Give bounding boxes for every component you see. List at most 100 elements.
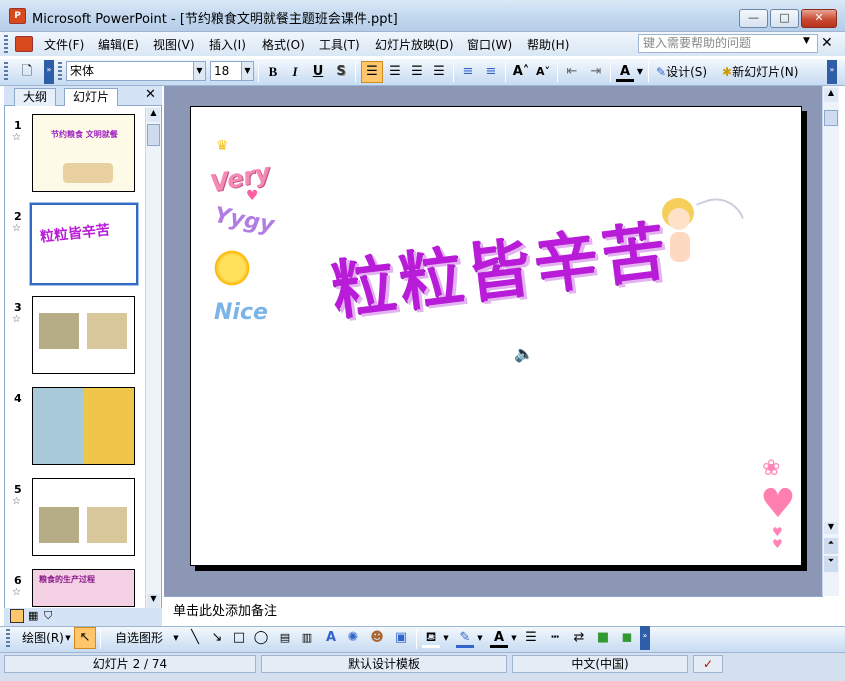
line-color-icon[interactable]: ✎	[456, 628, 474, 648]
menubar-grip[interactable]	[4, 35, 8, 55]
document-icon[interactable]	[15, 36, 33, 52]
spellcheck-icon[interactable]: ✓	[693, 655, 723, 673]
arrow-icon[interactable]: ↘	[208, 628, 226, 648]
maximize-button[interactable]: □	[770, 9, 799, 28]
toolbar-overflow-icon[interactable]: »	[44, 60, 54, 84]
menu-insert[interactable]: 插入(I)	[209, 36, 246, 53]
scroll-up-icon[interactable]: ▲	[824, 88, 838, 102]
underline-button[interactable]: U	[309, 62, 327, 82]
justify-icon[interactable]: ☰	[430, 62, 448, 82]
notes-placeholder[interactable]: 单击此处添加备注	[173, 600, 277, 619]
chevron-down-icon[interactable]: ▼	[636, 62, 644, 82]
dash-style-icon[interactable]: ┅	[546, 628, 564, 648]
menu-edit[interactable]: 编辑(E)	[98, 36, 139, 53]
line-icon[interactable]: ╲	[186, 628, 204, 648]
arrow-style-icon[interactable]: ⇄	[570, 628, 588, 648]
next-slide-icon[interactable]: ⏷	[824, 556, 838, 572]
chevron-down-icon[interactable]: ▼	[193, 62, 205, 80]
chevron-down-icon[interactable]: ▼	[64, 628, 72, 648]
menu-file[interactable]: 文件(F)	[44, 36, 84, 53]
help-search-input[interactable]: 键入需要帮助的问题	[638, 34, 818, 53]
tab-outline[interactable]: 大纲	[14, 88, 57, 106]
bold-button[interactable]: B	[264, 62, 282, 82]
normal-view-icon[interactable]	[10, 609, 24, 623]
textbox-icon[interactable]: ▤	[276, 628, 294, 648]
shadow-button[interactable]: S	[332, 62, 350, 82]
align-center-icon[interactable]: ☰	[386, 62, 404, 82]
slide-thumbnail-4[interactable]	[32, 387, 135, 465]
decrease-font-icon[interactable]: A˅	[534, 62, 552, 82]
chevron-down-icon[interactable]: ▼	[172, 628, 180, 648]
close-document-button[interactable]: ✕	[821, 35, 833, 51]
toolbar-overflow-icon[interactable]: »	[640, 626, 650, 650]
scroll-thumb[interactable]	[147, 124, 160, 146]
tab-slides[interactable]: 幻灯片	[64, 88, 119, 106]
diagram-icon[interactable]: ✺	[344, 628, 362, 648]
menu-slideshow[interactable]: 幻灯片放映(D)	[375, 36, 454, 53]
chevron-down-icon[interactable]: ▼	[510, 628, 518, 648]
slide-thumbnail-1[interactable]: 节约粮食 文明就餐	[32, 114, 135, 192]
close-pane-button[interactable]: ✕	[145, 87, 156, 102]
increase-font-icon[interactable]: A˄	[511, 62, 531, 82]
slideshow-icon[interactable]: ⛉	[44, 609, 52, 623]
slide-thumbnail-5[interactable]	[32, 478, 135, 556]
thumbnail-scrollbar[interactable]: ▲ ▼	[145, 107, 161, 609]
toolbar-overflow-icon[interactable]: »	[827, 60, 837, 84]
scroll-up-icon[interactable]: ▲	[147, 108, 160, 122]
increase-indent-icon[interactable]: ⇥	[587, 62, 605, 82]
align-right-icon[interactable]: ☰	[408, 62, 426, 82]
design-button[interactable]: ✎设计(S)	[656, 62, 718, 82]
slide-thumbnail-3[interactable]	[32, 296, 135, 374]
slide-canvas[interactable]	[190, 106, 802, 566]
scroll-thumb[interactable]	[824, 110, 838, 126]
powerpoint-app-icon[interactable]: P	[9, 8, 26, 24]
font-name-select[interactable]: 宋体 ▼	[66, 61, 206, 81]
toolbar-grip[interactable]	[6, 629, 10, 649]
chevron-down-icon[interactable]: ▼	[803, 36, 810, 46]
rectangle-icon[interactable]: □	[230, 628, 248, 648]
scroll-down-icon[interactable]: ▼	[147, 594, 160, 608]
menu-tools[interactable]: 工具(T)	[319, 36, 360, 53]
font-color-icon[interactable]: A	[616, 62, 634, 82]
close-window-button[interactable]: ✕	[801, 9, 837, 28]
font-size-select[interactable]: 18 ▼	[210, 61, 254, 81]
minimize-button[interactable]: —	[739, 9, 768, 28]
italic-button[interactable]: I	[286, 62, 304, 82]
slide-thumbnail-2[interactable]: 粒粒皆辛苦	[29, 202, 139, 286]
vertical-textbox-icon[interactable]: ▥	[298, 628, 316, 648]
select-pointer-icon[interactable]: ↖	[74, 627, 96, 649]
speaker-icon[interactable]: 🔈	[514, 344, 534, 363]
transition-star-icon: ☆	[12, 587, 21, 598]
clipart-icon[interactable]: ☻	[368, 628, 386, 648]
chevron-down-icon[interactable]: ▼	[442, 628, 450, 648]
draw-menu-button[interactable]: 绘图(R)	[18, 628, 68, 648]
scroll-down-icon[interactable]: ▼	[824, 522, 838, 534]
slide-thumbnail-6[interactable]: 粮食的生产过程	[32, 569, 135, 607]
bullet-list-icon[interactable]: ≡	[482, 62, 500, 82]
menu-window[interactable]: 窗口(W)	[467, 36, 512, 53]
chevron-down-icon[interactable]: ▼	[476, 628, 484, 648]
toolbar-grip[interactable]	[4, 62, 8, 82]
menu-view[interactable]: 视图(V)	[153, 36, 195, 53]
new-slide-button[interactable]: ✱新幻灯片(N)	[722, 62, 808, 82]
line-style-icon[interactable]: ☰	[522, 628, 540, 648]
picture-icon[interactable]: ▣	[392, 628, 410, 648]
align-left-icon[interactable]: ☰	[361, 61, 383, 83]
slide-sorter-icon[interactable]: ▦	[28, 609, 38, 622]
editor-scrollbar[interactable]: ▲ ▼ ⏶ ⏷	[822, 86, 839, 596]
new-document-icon[interactable]: 🗋	[17, 62, 37, 82]
wordart-icon[interactable]: A	[322, 628, 340, 648]
prev-slide-icon[interactable]: ⏶	[824, 538, 838, 554]
3d-style-icon[interactable]: ◼	[618, 628, 636, 648]
chevron-down-icon[interactable]: ▼	[241, 62, 253, 80]
menu-format[interactable]: 格式(O)	[262, 36, 305, 53]
numbered-list-icon[interactable]: ≡	[459, 62, 477, 82]
oval-icon[interactable]: ◯	[252, 628, 270, 648]
fill-color-icon[interactable]: ⛾	[422, 628, 440, 648]
shadow-style-icon[interactable]: ■	[594, 628, 612, 648]
autoshapes-button[interactable]: 自选图形(U)	[106, 628, 172, 665]
toolbar-grip-2[interactable]	[58, 62, 62, 82]
font-color-icon[interactable]: A	[490, 628, 508, 648]
decrease-indent-icon[interactable]: ⇤	[563, 62, 581, 82]
menu-help[interactable]: 帮助(H)	[527, 36, 569, 53]
